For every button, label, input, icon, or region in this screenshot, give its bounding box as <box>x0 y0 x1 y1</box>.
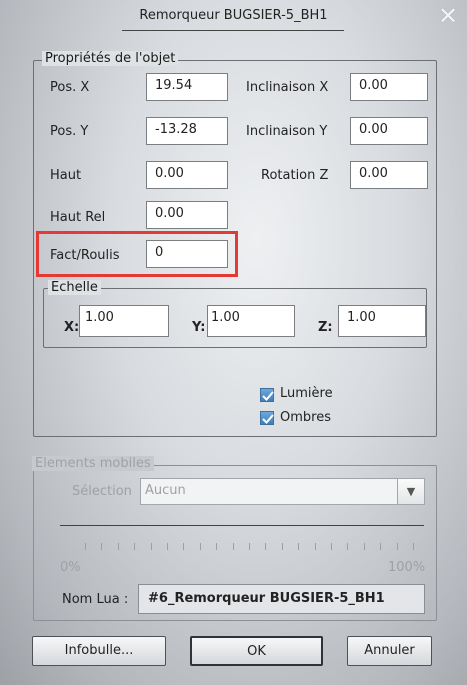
progress-tick <box>134 543 136 550</box>
annuler-button[interactable]: Annuler <box>347 636 432 666</box>
close-icon[interactable]: ✕ <box>436 4 460 28</box>
haut-field[interactable]: 0.00 <box>146 161 228 189</box>
echelle-z-label: Z: <box>318 320 333 335</box>
lumiere-checkbox[interactable] <box>260 388 274 402</box>
progress-tick <box>298 543 300 550</box>
infobulle-button[interactable]: Infobulle... <box>32 636 166 666</box>
progress-track <box>60 525 424 526</box>
ok-button[interactable]: OK <box>190 636 323 666</box>
progress-tick <box>396 543 398 550</box>
progress-tick <box>331 543 332 550</box>
haut-rel-field[interactable]: 0.00 <box>146 201 228 229</box>
pos-y-label: Pos. Y <box>50 124 89 139</box>
pos-x-label: Pos. X <box>50 80 90 95</box>
inclinaison-y-label: Inclinaison Y <box>246 124 328 139</box>
chevron-down-icon: ▼ <box>406 485 416 498</box>
nom-lua-field: #6_Remorqueur BUGSIER-5_BH1 <box>138 584 425 614</box>
inclinaison-x-label: Inclinaison X <box>246 80 329 95</box>
ombres-checkbox[interactable] <box>260 411 274 425</box>
echelle-y-label: Y: <box>192 320 206 335</box>
selection-dropdown-button[interactable]: ▼ <box>397 478 425 505</box>
progress-tick <box>413 543 414 550</box>
progress-tick <box>150 543 152 550</box>
pos-y-field[interactable]: -13.28 <box>146 117 228 145</box>
progress-tick <box>265 543 267 550</box>
progress-tick <box>199 543 201 550</box>
echelle-x-label: X: <box>64 320 80 335</box>
echelle-legend: Echelle <box>48 280 101 295</box>
object-properties-legend: Propriétés de l'objet <box>42 51 179 66</box>
progress-tick <box>380 543 382 550</box>
progress-min-label: 0% <box>60 560 81 575</box>
elements-mobiles-legend: Elements mobiles <box>32 456 154 471</box>
progress-tick <box>167 543 168 550</box>
progress-tick <box>85 543 86 550</box>
checkmark-icon <box>262 414 274 424</box>
progress-max-label: 100% <box>388 560 426 575</box>
progress-tick <box>101 543 103 550</box>
dialog-title: Remorqueur BUGSIER-5_BH1 <box>139 8 328 23</box>
pos-x-field[interactable]: 19.54 <box>146 73 228 101</box>
progress-tick <box>314 543 316 550</box>
rotation-z-label: Rotation Z <box>261 168 329 183</box>
progress-tick <box>216 543 218 550</box>
fact-roulis-field[interactable]: 0 <box>146 240 228 268</box>
nom-lua-label: Nom Lua : <box>62 592 129 607</box>
echelle-x-field[interactable]: 1.00 <box>79 305 169 337</box>
lumiere-label: Lumière <box>280 386 333 401</box>
checkmark-icon <box>262 391 274 401</box>
echelle-y-field[interactable]: 1.00 <box>207 305 295 337</box>
haut-rel-label: Haut Rel <box>50 210 106 225</box>
progress-tick <box>232 543 234 550</box>
progress-tick <box>183 543 185 550</box>
inclinaison-x-field[interactable]: 0.00 <box>350 73 428 101</box>
selection-label: Sélection <box>72 484 132 499</box>
object-properties-dialog: Remorqueur BUGSIER-5_BH1 ✕ Propriétés de… <box>0 0 467 685</box>
progress-tick <box>281 543 283 550</box>
inclinaison-y-field[interactable]: 0.00 <box>350 117 428 145</box>
progress-tick <box>347 543 349 550</box>
progress-tick <box>117 543 119 550</box>
progress-tick <box>249 543 250 550</box>
ombres-label: Ombres <box>280 410 331 425</box>
progress-tick <box>363 543 365 550</box>
echelle-z-field[interactable]: 1.00 <box>338 305 426 337</box>
haut-label: Haut <box>50 168 82 183</box>
fact-roulis-label: Fact/Roulis <box>50 248 120 263</box>
rotation-z-field[interactable]: 0.00 <box>350 161 428 189</box>
selection-dropdown[interactable]: Aucun <box>140 478 398 505</box>
title-underline <box>122 30 344 31</box>
